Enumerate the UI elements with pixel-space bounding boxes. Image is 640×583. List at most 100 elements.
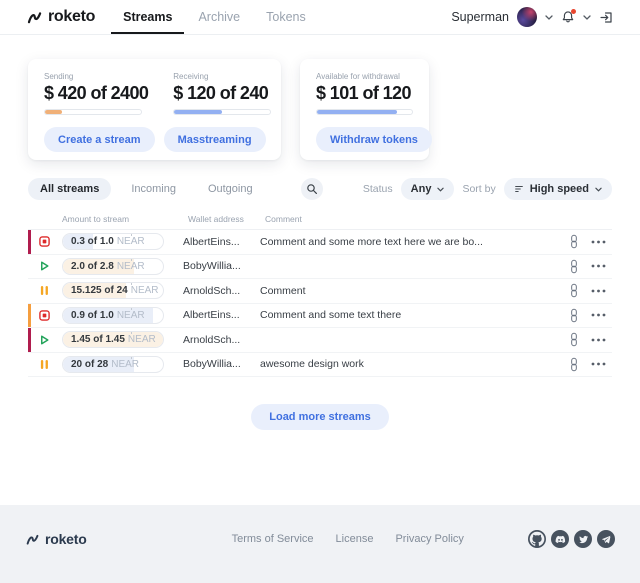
amount-value: 15.125 of 24 bbox=[71, 285, 128, 296]
receiving-label: Receiving bbox=[173, 72, 271, 81]
col-amount: Amount to stream bbox=[62, 214, 188, 224]
nav-tokens[interactable]: Tokens bbox=[266, 0, 306, 34]
copy-link-icon[interactable] bbox=[569, 234, 579, 249]
wallet-address: ArnoldSch... bbox=[183, 285, 260, 297]
copy-link-icon[interactable] bbox=[569, 332, 579, 347]
app-header: roketo Streams Archive Tokens Superman bbox=[0, 0, 640, 35]
sign-out-icon[interactable] bbox=[599, 10, 614, 25]
copy-link-icon[interactable] bbox=[569, 283, 579, 298]
search-button[interactable] bbox=[301, 178, 323, 200]
footer: roketo Terms of Service License Privacy … bbox=[0, 505, 640, 583]
amount-value: 2.0 of 2.8 bbox=[71, 261, 114, 272]
footer-logo[interactable]: roketo bbox=[25, 531, 87, 547]
tab-all-streams[interactable]: All streams bbox=[28, 178, 111, 200]
notifications-bell-icon[interactable] bbox=[561, 10, 575, 24]
row-menu-icon[interactable] bbox=[591, 313, 606, 317]
row-accent-bar bbox=[28, 328, 31, 352]
row-menu-icon[interactable] bbox=[591, 362, 606, 366]
stream-comment: awesome design work bbox=[260, 358, 568, 370]
discord-icon[interactable] bbox=[551, 530, 569, 548]
chevron-down-icon bbox=[595, 187, 602, 192]
avatar[interactable] bbox=[517, 7, 537, 27]
sort-icon bbox=[514, 184, 524, 194]
row-menu-icon[interactable] bbox=[591, 338, 606, 342]
masstreaming-button[interactable]: Masstreaming bbox=[164, 127, 266, 152]
search-icon bbox=[306, 183, 318, 195]
col-comment: Comment bbox=[265, 214, 302, 224]
stop-icon bbox=[38, 235, 51, 248]
amount-unit: NEAR bbox=[117, 236, 145, 247]
play-icon bbox=[38, 333, 51, 346]
sort-by-label: Sort by bbox=[462, 183, 495, 195]
amount-progress-pill: 2.0 of 2.8 NEAR bbox=[62, 258, 164, 275]
table-header: Amount to stream Wallet address Comment bbox=[28, 214, 612, 224]
amount-unit: NEAR bbox=[128, 334, 156, 345]
notifications-chevron-down-icon[interactable] bbox=[583, 15, 591, 20]
license-link[interactable]: License bbox=[336, 533, 374, 545]
row-menu-icon[interactable] bbox=[591, 240, 606, 244]
amount-progress-pill: 0.9 of 1.0 NEAR bbox=[62, 307, 164, 324]
main-content: Sending $ 420 of 2400 Receiving $ 120 of… bbox=[0, 35, 640, 505]
withdrawal-card: Available for withdrawal $ 101 of 120 Wi… bbox=[300, 59, 429, 160]
username: Superman bbox=[451, 10, 509, 24]
pause-icon bbox=[38, 358, 51, 371]
stream-row[interactable]: 20 of 28 NEAR BobyWillia... awesome desi… bbox=[28, 353, 612, 378]
wallet-address: ArnoldSch... bbox=[183, 334, 260, 346]
wallet-address: AlbertEins... bbox=[183, 236, 260, 248]
stream-row[interactable]: 0.3 of 1.0 NEAR AlbertEins... Comment an… bbox=[28, 230, 612, 255]
sending-label: Sending bbox=[44, 72, 148, 81]
wallet-address: BobyWillia... bbox=[183, 358, 260, 370]
row-accent-bar bbox=[28, 255, 31, 279]
stream-row[interactable]: 1.45 of 1.45 NEAR ArnoldSch... bbox=[28, 328, 612, 353]
amount-unit: NEAR bbox=[111, 359, 139, 370]
twitter-icon[interactable] bbox=[574, 530, 592, 548]
terms-link[interactable]: Terms of Service bbox=[232, 533, 314, 545]
amount-value: 0.3 of 1.0 bbox=[71, 236, 114, 247]
status-dropdown[interactable]: Any bbox=[401, 178, 455, 200]
receiving-value: $ 120 of 240 bbox=[173, 83, 271, 104]
create-stream-button[interactable]: Create a stream bbox=[44, 127, 155, 152]
main-nav: Streams Archive Tokens bbox=[123, 0, 306, 34]
play-icon bbox=[38, 260, 51, 273]
row-menu-icon[interactable] bbox=[591, 289, 606, 293]
pause-icon bbox=[38, 284, 51, 297]
withdraw-tokens-button[interactable]: Withdraw tokens bbox=[316, 127, 432, 152]
account-chevron-down-icon[interactable] bbox=[545, 15, 553, 20]
nav-streams[interactable]: Streams bbox=[123, 0, 172, 34]
amount-unit: NEAR bbox=[117, 261, 145, 272]
amount-value: 20 of 28 bbox=[71, 359, 108, 370]
amount-value: 0.9 of 1.0 bbox=[71, 310, 114, 321]
sort-value: High speed bbox=[530, 183, 589, 195]
nav-archive[interactable]: Archive bbox=[198, 0, 240, 34]
row-menu-icon[interactable] bbox=[591, 264, 606, 268]
stream-row[interactable]: 0.9 of 1.0 NEAR AlbertEins... Comment an… bbox=[28, 304, 612, 329]
withdrawal-value: $ 101 of 120 bbox=[316, 83, 413, 104]
copy-link-icon[interactable] bbox=[569, 357, 579, 372]
amount-unit: NEAR bbox=[131, 285, 159, 296]
footer-brand-name: roketo bbox=[45, 531, 87, 547]
stream-row[interactable]: 2.0 of 2.8 NEAR BobyWillia... bbox=[28, 255, 612, 280]
row-accent-bar bbox=[28, 353, 31, 377]
sort-dropdown[interactable]: High speed bbox=[504, 178, 612, 200]
stream-row[interactable]: 15.125 of 24 NEAR ArnoldSch... Comment bbox=[28, 279, 612, 304]
copy-link-icon[interactable] bbox=[569, 308, 579, 323]
row-accent-bar bbox=[28, 279, 31, 303]
logo[interactable]: roketo bbox=[26, 8, 95, 26]
load-more-button[interactable]: Load more streams bbox=[251, 404, 388, 430]
amount-progress-pill: 15.125 of 24 NEAR bbox=[62, 282, 164, 299]
filter-bar: All streams Incoming Outgoing Status Any… bbox=[28, 178, 612, 200]
status-label: Status bbox=[363, 183, 393, 195]
tab-outgoing[interactable]: Outgoing bbox=[196, 178, 265, 200]
amount-unit: NEAR bbox=[117, 310, 145, 321]
chevron-down-icon bbox=[437, 187, 444, 192]
github-icon[interactable] bbox=[528, 530, 546, 548]
telegram-icon[interactable] bbox=[597, 530, 615, 548]
privacy-link[interactable]: Privacy Policy bbox=[395, 533, 463, 545]
withdrawal-label: Available for withdrawal bbox=[316, 72, 413, 81]
sending-metric: Sending $ 420 of 2400 bbox=[44, 72, 148, 115]
copy-link-icon[interactable] bbox=[569, 259, 579, 274]
roketo-logo-icon bbox=[26, 9, 43, 26]
wallet-address: AlbertEins... bbox=[183, 309, 260, 321]
receiving-metric: Receiving $ 120 of 240 bbox=[173, 72, 271, 115]
tab-incoming[interactable]: Incoming bbox=[119, 178, 188, 200]
